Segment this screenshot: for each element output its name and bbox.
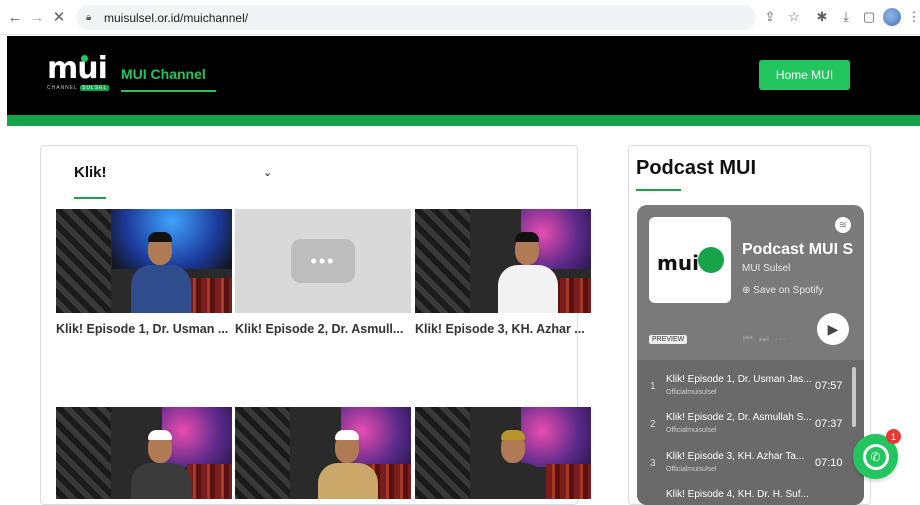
video-title-3[interactable]: Klik! Episode 3, KH. Azhar ... xyxy=(415,322,595,336)
podcast-card: Podcast MUI mui ≋ Podcast MUI S MUI Suls… xyxy=(628,145,871,505)
save-on-spotify-button[interactable]: ⊕ Save on Spotify xyxy=(742,285,823,296)
channel-title[interactable]: MUI Channel xyxy=(121,66,206,82)
preview-badge: PREVIEW xyxy=(649,335,688,344)
cover-logo-text: mui xyxy=(657,251,699,275)
star-icon[interactable]: ☆ xyxy=(784,7,804,27)
chevron-down-icon[interactable]: ⌄ xyxy=(263,166,272,179)
video-thumbnail-4[interactable] xyxy=(56,407,232,499)
speaker-body xyxy=(131,265,191,313)
episode-number: 2 xyxy=(650,419,656,430)
select-underline xyxy=(74,197,106,199)
notification-badge: 1 xyxy=(886,429,901,444)
episode-title: Klik! Episode 4, KH. Dr. H. Suf... xyxy=(666,489,809,500)
channel-underline xyxy=(121,90,216,92)
episode-artist: Officialmuisulsel xyxy=(666,427,717,434)
video-thumbnail-3[interactable] xyxy=(415,209,591,313)
microphone-icon xyxy=(698,247,724,273)
podcast-author[interactable]: MUI Sulsel xyxy=(742,263,790,274)
forward-arrow-icon[interactable]: → xyxy=(26,6,48,28)
video-thumbnail-5[interactable] xyxy=(235,407,411,499)
more-dots-icon: ••• xyxy=(291,239,355,283)
sidepanel-icon[interactable]: ▢ xyxy=(859,7,879,27)
speaker-figure xyxy=(126,427,196,499)
episode-title: Klik! Episode 3, KH. Azhar Ta... xyxy=(666,451,805,462)
playback-controls: ⏮⏭⋯ xyxy=(743,333,792,346)
video-thumbnail-2[interactable]: ••• xyxy=(235,209,411,313)
speaker-cap xyxy=(148,232,172,242)
episode-list[interactable]: 1 Klik! Episode 1, Dr. Usman Jas... Offi… xyxy=(637,360,864,505)
episode-duration: 07:10 xyxy=(815,457,843,469)
next-icon[interactable]: ⏭ xyxy=(759,333,775,345)
episode-duration: 07:57 xyxy=(815,380,843,392)
video-thumbnail-1[interactable] xyxy=(56,209,232,313)
video-title-2[interactable]: Klik! Episode 2, Dr. Asmull... xyxy=(235,322,415,336)
episode-row[interactable]: Klik! Episode 4, KH. Dr. H. Suf... xyxy=(637,482,849,505)
episode-row[interactable]: 2 Klik! Episode 2, Dr. Asmullah S... Off… xyxy=(637,405,849,443)
back-arrow-icon[interactable]: ← xyxy=(4,6,26,28)
lock-icon: 🔒︎ xyxy=(86,11,92,23)
speaker-body xyxy=(318,463,378,499)
whatsapp-icon: ✆ xyxy=(862,443,889,470)
episode-number: 1 xyxy=(650,381,656,392)
speaker-figure xyxy=(493,229,563,313)
episode-duration: 07:37 xyxy=(815,418,843,430)
download-icon[interactable]: ⤓ xyxy=(836,7,856,27)
logo-subtitle: CHANNEL SULSEL xyxy=(47,85,110,91)
scrollbar[interactable] xyxy=(852,367,856,427)
speaker-body xyxy=(131,463,191,499)
podcast-show-name[interactable]: Podcast MUI S xyxy=(742,241,853,259)
speaker-figure xyxy=(126,229,196,313)
previous-icon[interactable]: ⏮ xyxy=(743,333,759,345)
video-placeholder: ••• xyxy=(235,209,411,313)
studio-foam xyxy=(415,407,470,499)
close-icon[interactable]: ✕ xyxy=(48,6,70,28)
studio-foam xyxy=(235,407,290,499)
studio-foam xyxy=(56,407,111,499)
speaker-cap xyxy=(148,430,172,440)
episode-number: 3 xyxy=(650,458,656,469)
profile-avatar[interactable] xyxy=(883,8,901,26)
playlist-select[interactable]: Klik! xyxy=(74,164,107,181)
studio-books xyxy=(546,464,591,499)
speaker-body xyxy=(484,463,544,499)
episode-title: Klik! Episode 2, Dr. Asmullah S... xyxy=(666,412,812,423)
speaker-figure xyxy=(479,427,549,499)
add-circle-icon: ⊕ xyxy=(742,285,754,296)
logo-sub-badge: SULSEL xyxy=(80,85,110,91)
podcast-section-title: Podcast MUI xyxy=(636,157,757,179)
episode-title: Klik! Episode 1, Dr. Usman Jas... xyxy=(666,374,812,385)
video-title-1[interactable]: Klik! Episode 1, Dr. Usman ... xyxy=(56,322,236,336)
spotify-embed[interactable]: mui ≋ Podcast MUI S MUI Sulsel ⊕ Save on… xyxy=(637,205,864,505)
more-icon[interactable]: ⋯ xyxy=(775,333,792,345)
logo-dot xyxy=(81,55,88,62)
podcast-underline xyxy=(636,189,681,191)
home-mui-button[interactable]: Home MUI xyxy=(759,60,850,90)
studio-foam xyxy=(415,209,470,313)
speaker-body xyxy=(498,265,558,313)
speaker-cap xyxy=(335,430,359,440)
speaker-figure xyxy=(313,427,383,499)
video-thumbnail-6[interactable] xyxy=(415,407,591,499)
url-text: muisulsel.or.id/muichannel/ xyxy=(104,10,249,25)
episode-row[interactable]: 1 Klik! Episode 1, Dr. Usman Jas... Offi… xyxy=(637,367,849,405)
spotify-icon[interactable]: ≋ xyxy=(835,217,851,233)
site-logo[interactable]: mui xyxy=(47,54,108,84)
speaker-cap xyxy=(515,232,539,242)
episode-row[interactable]: 3 Klik! Episode 3, KH. Azhar Ta... Offic… xyxy=(637,444,849,482)
logo-sub-text: CHANNEL xyxy=(47,85,78,91)
podcast-cover[interactable]: mui xyxy=(649,217,731,303)
save-label: Save on Spotify xyxy=(753,285,824,296)
menu-icon[interactable]: ⋮ xyxy=(904,7,920,27)
header-accent-bar xyxy=(7,115,920,126)
episode-artist: Officialmuisulsel xyxy=(666,389,717,396)
browser-toolbar: ← → ✕ 🔒︎ muisulsel.or.id/muichannel/ ⇪ ☆… xyxy=(0,0,920,35)
extensions-icon[interactable]: ✱ xyxy=(812,7,832,27)
speaker-cap xyxy=(501,430,525,440)
play-button[interactable]: ▶ xyxy=(817,313,849,345)
address-bar[interactable]: 🔒︎ muisulsel.or.id/muichannel/ xyxy=(76,5,756,30)
studio-foam xyxy=(56,209,111,313)
episode-artist: Officialmuisulsel xyxy=(666,466,717,473)
site-header: mui CHANNEL SULSEL MUI Channel Home MUI xyxy=(7,36,920,115)
share-icon[interactable]: ⇪ xyxy=(760,7,780,27)
